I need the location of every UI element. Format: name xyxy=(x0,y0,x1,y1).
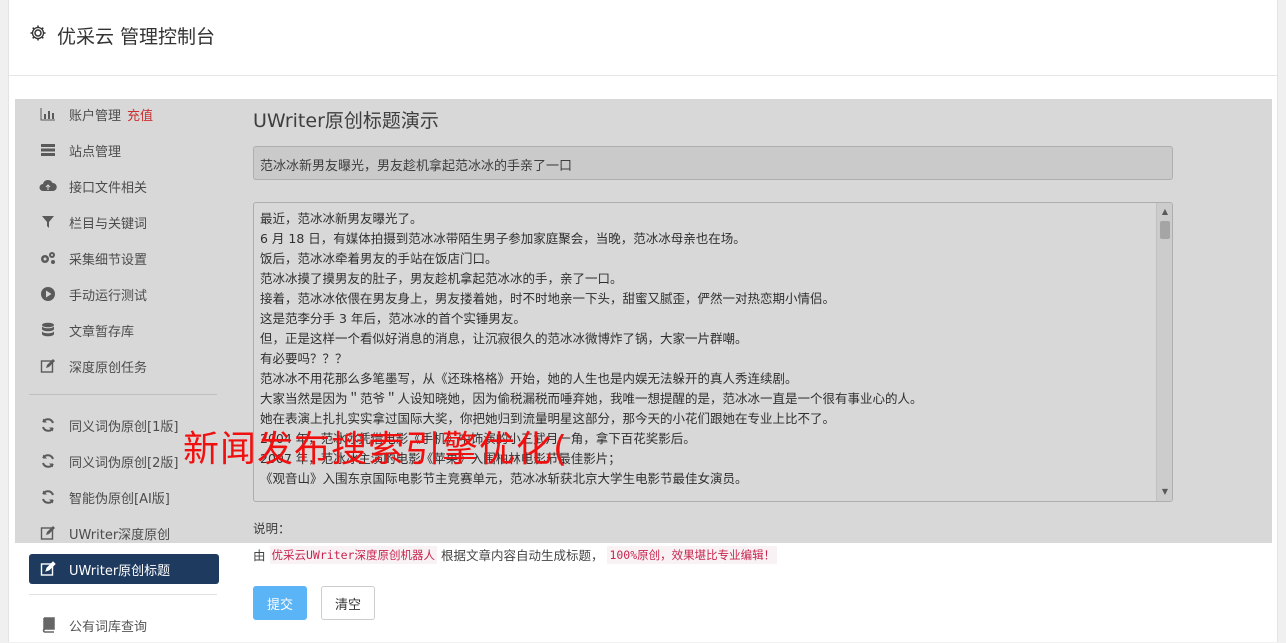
content-line: 接着，范冰冰依偎在男友身上，男友搂着她，时不时地亲一下头，甜蜜又腻歪，俨然一对热… xyxy=(260,291,836,306)
gears-icon xyxy=(39,249,57,267)
sidebar-item-label: 账户管理 xyxy=(69,108,122,124)
content-line: 2004 年，范冰冰凭借电影《手机》中饰演的小三武月一角，拿下百花奖影后。 xyxy=(260,431,696,446)
sidebar-item-label: 采集细节设置 xyxy=(69,252,148,268)
sidebar-item-deep-original-tasks[interactable]: 深度原创任务 xyxy=(29,348,219,384)
note-text: 由 优采云UWriter深度原创机器人 根据文章内容自动生成标题， 100%原创… xyxy=(253,545,1173,564)
sidebar-item-label: 智能伪原创[AI版] xyxy=(69,491,170,507)
sidebar-item-uwriter-title[interactable]: UWriter原创标题 xyxy=(29,554,219,584)
nav-divider xyxy=(29,594,217,595)
bar-chart-icon xyxy=(39,105,57,123)
sidebar-item-uwriter-deep[interactable]: UWriter深度原创 xyxy=(29,515,219,551)
note-prefix: 由 xyxy=(253,548,266,563)
note-middle: 根据文章内容自动生成标题， xyxy=(440,548,604,563)
nav-divider xyxy=(29,394,217,395)
note-label: 说明： xyxy=(253,521,291,536)
edit-icon xyxy=(39,357,57,375)
content-line: 饭后，范冰冰牵着男友的手站在饭店门口。 xyxy=(260,251,498,266)
article-content-textarea[interactable]: 最近，范冰冰新男友曝光了。 6 月 18 日，有媒体拍摄到范冰冰带陌生男子参加家庭… xyxy=(253,202,1173,502)
sidebar-item-label: 手动运行测试 xyxy=(69,288,148,304)
refresh-icon xyxy=(39,452,57,470)
sidebar-item-label: 栏目与关键词 xyxy=(69,216,148,232)
sidebar-item-manual-run[interactable]: 手动运行测试 xyxy=(29,276,219,312)
sidebar-item-interface-files[interactable]: 接口文件相关 xyxy=(29,168,219,204)
sidebar-item-public-dictionary[interactable]: 公有词库查询 xyxy=(29,607,219,643)
console-frame: 优采云 管理控制台 账户管理 充值 站点管理 接口文件相关 栏目与关键词 采集细… xyxy=(8,0,1278,642)
sidebar-item-label: UWriter原创标题 xyxy=(69,563,171,579)
app-title: 优采云 管理控制台 xyxy=(57,26,216,48)
sidebar-item-label: 同义词伪原创[1版] xyxy=(69,419,179,435)
submit-button[interactable]: 提交 xyxy=(253,586,307,620)
edit-icon xyxy=(39,560,57,578)
action-buttons: 提交 清空 xyxy=(253,586,1173,620)
scroll-thumb[interactable] xyxy=(1160,221,1170,239)
sidebar-item-ai-rewrite[interactable]: 智能伪原创[AI版] xyxy=(29,479,219,515)
content-line: 有必要吗？？？ xyxy=(260,351,348,366)
sidebar-item-label: UWriter深度原创 xyxy=(69,527,171,543)
scroll-down-icon[interactable]: ▼ xyxy=(1157,485,1172,499)
book-icon xyxy=(39,616,57,634)
play-circle-icon xyxy=(39,285,57,303)
content-line: 但，正是这样一个看似好消息的消息，让沉寂很久的范冰冰微博炸了锅，大家一片群嘲。 xyxy=(260,331,748,346)
edit-icon xyxy=(39,524,57,542)
sidebar-item-label: 同义词伪原创[2版] xyxy=(69,455,179,471)
cloud-upload-icon xyxy=(39,177,57,195)
content-line: 大家当然是因为＂范爷＂人设知晓她，因为偷税漏税而唾弃她，我唯一想提醒的是，范冰冰… xyxy=(260,391,923,406)
sidebar-item-columns-keywords[interactable]: 栏目与关键词 xyxy=(29,204,219,240)
content-line: 最近，范冰冰新男友曝光了。 xyxy=(260,211,423,226)
sidebar-item-article-storage[interactable]: 文章暂存库 xyxy=(29,312,219,348)
content-line: 6 月 18 日，有媒体拍摄到范冰冰带陌生男子参加家庭聚会，当晚，范冰冰母亲也在… xyxy=(260,231,746,246)
sidebar-nav: 账户管理 充值 站点管理 接口文件相关 栏目与关键词 采集细节设置 手动运行测试… xyxy=(29,96,219,643)
gear-icon xyxy=(29,24,57,47)
scroll-up-icon[interactable]: ▲ xyxy=(1157,205,1172,219)
sidebar-item-label: 公有词库查询 xyxy=(69,619,148,635)
sidebar-item-label: 接口文件相关 xyxy=(69,180,148,196)
content-line: 《观音山》入围东京国际电影节主竞赛单元，范冰冰斩获北京大学生电影节最佳女演员。 xyxy=(260,471,748,486)
page-title: UWriter原创标题演示 xyxy=(253,110,439,132)
brand[interactable]: 优采云 管理控制台 xyxy=(29,22,215,49)
content-line: 范冰冰不用花那么多笔墨写，从《还珠格格》开始，她的人生也是内娱无法躲开的真人秀连… xyxy=(260,371,798,386)
content-line: 2007 年，范冰冰主演的电影《苹果》入围柏林电影节最佳影片； xyxy=(260,451,621,466)
note-highlight-original: 100%原创，效果堪比专业编辑！ xyxy=(607,545,778,564)
sidebar-item-label: 深度原创任务 xyxy=(69,360,148,376)
note-highlight-robot: 优采云UWriter深度原创机器人 xyxy=(269,545,437,564)
sidebar-item-collection-settings[interactable]: 采集细节设置 xyxy=(29,240,219,276)
database-icon xyxy=(39,321,57,339)
server-icon xyxy=(39,141,57,159)
generated-title-field[interactable]: 范冰冰新男友曝光，男友趁机拿起范冰冰的手亲了一口 xyxy=(253,146,1173,180)
content-line: 范冰冰摸了摸男友的肚子，男友趁机拿起范冰冰的手，亲了一口。 xyxy=(260,271,623,286)
textarea-scrollbar[interactable]: ▲ ▼ xyxy=(1156,203,1172,501)
sidebar-item-sites[interactable]: 站点管理 xyxy=(29,132,219,168)
filter-icon xyxy=(39,213,57,231)
main-content: UWriter原创标题演示 范冰冰新男友曝光，男友趁机拿起范冰冰的手亲了一口 最… xyxy=(253,96,1173,620)
content-line: 这是范李分手 3 年后，范冰冰的首个实锤男友。 xyxy=(260,311,526,326)
content-line: 她在表演上扎扎实实拿过国际大奖，你把她归到流量明星这部分，那今天的小花们跟她在专… xyxy=(260,411,836,426)
sidebar-item-label: 文章暂存库 xyxy=(69,324,135,340)
sidebar-item-account[interactable]: 账户管理 充值 xyxy=(29,96,219,132)
refresh-icon xyxy=(39,416,57,434)
article-text: 最近，范冰冰新男友曝光了。 6 月 18 日，有媒体拍摄到范冰冰带陌生男子参加家庭… xyxy=(254,203,1172,495)
sidebar-item-synonym-v1[interactable]: 同义词伪原创[1版] xyxy=(29,407,219,443)
recharge-link[interactable]: 充值 xyxy=(127,105,153,124)
sidebar-item-label: 站点管理 xyxy=(69,144,122,160)
top-bar: 优采云 管理控制台 xyxy=(9,0,1277,76)
clear-button[interactable]: 清空 xyxy=(321,586,375,620)
refresh-icon xyxy=(39,488,57,506)
sidebar-item-synonym-v2[interactable]: 同义词伪原创[2版] xyxy=(29,443,219,479)
